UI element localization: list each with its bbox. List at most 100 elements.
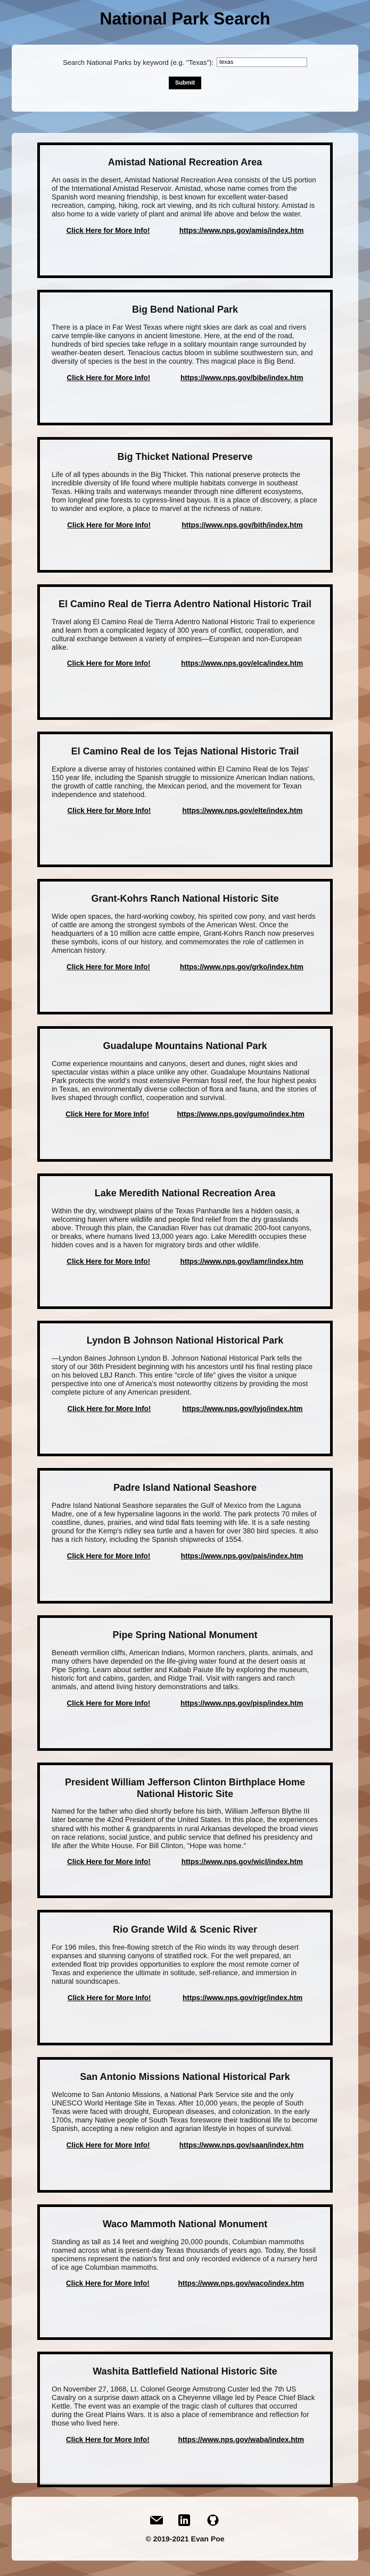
park-description: Beneath vermilion cliffs, American India…	[52, 1648, 313, 1691]
park-card: El Camino Real de Tierra Adentro Nationa…	[37, 584, 333, 720]
park-description: On November 27, 1868, Lt. Colonel George…	[52, 2385, 315, 2428]
page-header: National Park Search	[0, 0, 370, 37]
park-name: Grant-Kohrs Ranch National Historic Site	[91, 893, 279, 904]
park-description: An oasis in the desert, Amistad National…	[52, 175, 316, 219]
park-card: Grant-Kohrs Ranch National Historic Site…	[37, 879, 333, 1014]
park-url-link[interactable]: https://www.nps.gov/bibe/index.htm	[180, 374, 303, 382]
park-card: Big Bend National Park There is a place i…	[37, 290, 333, 425]
park-description: Within the dry, windswept plains of the …	[52, 1206, 312, 1249]
park-links: Click Here for More Info! https://www.nps…	[52, 2436, 318, 2444]
more-info-link[interactable]: Click Here for More Info!	[67, 1699, 150, 1707]
park-name: El Camino Real de los Tejas National His…	[71, 746, 299, 757]
park-name: Lake Meredith National Recreation Area	[94, 1188, 276, 1198]
park-url-link[interactable]: https://www.nps.gov/lamr/index.htm	[180, 1257, 303, 1265]
park-name: Big Thicket National Preserve	[117, 451, 253, 462]
more-info-link[interactable]: Click Here for More Info!	[67, 2141, 150, 2149]
park-url-link[interactable]: https://www.nps.gov/waco/index.htm	[178, 2279, 305, 2287]
park-name: Washita Battlefield National Historic Si…	[93, 2366, 277, 2377]
copyright-text: © 2019-2021 Evan Poe	[145, 2535, 225, 2543]
park-links: Click Here for More Info! https://www.nps…	[52, 963, 318, 971]
park-name: Big Bend National Park	[131, 304, 239, 315]
park-card: Pipe Spring National Monument Beneath ver…	[37, 1615, 333, 1751]
park-links: Click Here for More Info! https://www.nps…	[52, 2141, 318, 2149]
more-info-link[interactable]: Click Here for More Info!	[68, 807, 151, 815]
page: National Park Search Search National Par…	[0, 0, 370, 2561]
github-icon[interactable]	[207, 2514, 221, 2526]
park-card: Rio Grande Wild & Scenic River For 196 mi…	[37, 1910, 333, 2045]
submit-button[interactable]: Submit	[168, 77, 202, 89]
park-description: Named for the father who died shortly be…	[52, 1807, 318, 1850]
park-url-link[interactable]: https://www.nps.gov/bith/index.htm	[182, 521, 303, 529]
park-url-link[interactable]: https://www.nps.gov/amis/index.htm	[179, 226, 304, 234]
park-links: Click Here for More Info! https://www.nps…	[52, 1110, 318, 1118]
more-info-link[interactable]: Click Here for More Info!	[68, 1405, 151, 1413]
park-description: Padre Island National Seashore separates…	[52, 1501, 318, 1544]
park-links: Click Here for More Info! https://www.nps…	[52, 2279, 318, 2287]
park-url-link[interactable]: https://www.nps.gov/rigr/index.htm	[183, 1994, 302, 2002]
park-links: Click Here for More Info! https://www.nps…	[52, 1552, 318, 1560]
park-card: Amistad National Recreation Area An oasis…	[37, 142, 333, 278]
park-description: Welcome to San Antonio Missions, a Natio…	[52, 2090, 318, 2133]
more-info-link[interactable]: Click Here for More Info!	[68, 1994, 151, 2002]
park-name: Guadalupe Mountains National Park	[103, 1041, 267, 1051]
more-info-link[interactable]: Click Here for More Info!	[67, 1858, 151, 1866]
park-url-link[interactable]: https://www.nps.gov/lyjo/index.htm	[182, 1405, 302, 1413]
park-links: Click Here for More Info! https://www.nps…	[52, 521, 318, 529]
search-input[interactable]	[217, 57, 308, 67]
park-description: There is a place in Far West Texas where…	[52, 323, 313, 366]
park-url-link[interactable]: https://www.nps.gov/saan/index.htm	[179, 2141, 304, 2149]
more-info-link[interactable]: Click Here for More Info!	[66, 2436, 150, 2444]
more-info-link[interactable]: Click Here for More Info!	[66, 2279, 150, 2287]
park-card: Lyndon B Johnson National Historical Par…	[37, 1321, 333, 1456]
more-info-link[interactable]: Click Here for More Info!	[67, 659, 151, 667]
park-url-link[interactable]: https://www.nps.gov/gumo/index.htm	[177, 1110, 305, 1118]
page-footer: © 2019-2021 Evan Poe	[12, 2497, 358, 2561]
park-links: Click Here for More Info! https://www.nps…	[52, 1858, 318, 1866]
park-links: Click Here for More Info! https://www.nps…	[52, 1699, 318, 1707]
park-links: Click Here for More Info! https://www.nps…	[52, 1405, 318, 1413]
search-form: Search National Parks by keyword (e.g. "…	[12, 45, 358, 112]
park-card: Waco Mammoth National Monument Standing a…	[37, 2204, 333, 2340]
more-info-link[interactable]: Click Here for More Info!	[67, 374, 150, 382]
park-name: San Antonio Missions National Historical…	[80, 2071, 290, 2082]
search-row: Search National Parks by keyword (e.g. "…	[63, 57, 308, 67]
park-card: Padre Island National Seashore Padre Isla…	[37, 1468, 333, 1604]
more-info-link[interactable]: Click Here for More Info!	[67, 521, 151, 529]
park-url-link[interactable]: https://www.nps.gov/elca/index.htm	[181, 659, 303, 667]
park-links: Click Here for More Info! https://www.nps…	[52, 226, 318, 234]
park-url-link[interactable]: https://www.nps.gov/grko/index.htm	[180, 963, 303, 971]
park-url-link[interactable]: https://www.nps.gov/waba/index.htm	[178, 2436, 305, 2444]
park-card: Lake Meredith National Recreation Area Wi…	[37, 1173, 333, 1309]
envelope-icon[interactable]	[150, 2514, 163, 2526]
park-name: Waco Mammoth National Monument	[102, 2219, 268, 2229]
park-description: Wide open spaces, the hard-working cowbo…	[52, 912, 316, 955]
park-card: Guadalupe Mountains National Park Come ex…	[37, 1026, 333, 1162]
more-info-link[interactable]: Click Here for More Info!	[67, 226, 150, 234]
park-name: Rio Grande Wild & Scenic River	[113, 1924, 257, 1935]
park-name: Padre Island National Seashore	[113, 1482, 257, 1493]
park-description: Explore a diverse array of histories con…	[52, 765, 315, 799]
park-description: Standing as tall as 14 feet and weighing…	[52, 2237, 317, 2272]
more-info-link[interactable]: Click Here for More Info!	[67, 963, 150, 971]
social-icons	[150, 2514, 221, 2526]
park-description: Travel along El Camino Real de Tierra Ad…	[52, 617, 315, 652]
park-name: El Camino Real de Tierra Adentro Nationa…	[58, 599, 312, 609]
park-name: Amistad National Recreation Area	[108, 157, 262, 167]
more-info-link[interactable]: Click Here for More Info!	[67, 1257, 150, 1265]
park-links: Click Here for More Info! https://www.nps…	[52, 807, 318, 815]
park-url-link[interactable]: https://www.nps.gov/pisp/index.htm	[180, 1699, 303, 1707]
results-container: Amistad National Recreation Area An oasis…	[12, 133, 358, 2487]
more-info-link[interactable]: Click Here for More Info!	[65, 1110, 149, 1118]
park-links: Click Here for More Info! https://www.nps…	[52, 1994, 318, 2002]
more-info-link[interactable]: Click Here for More Info!	[67, 1552, 151, 1560]
park-description: —Lyndon Baines Johnson Lyndon B. Johnson…	[52, 1354, 313, 1397]
park-url-link[interactable]: https://www.nps.gov/pais/index.htm	[181, 1552, 303, 1560]
park-description: For 196 miles, this free-flowing stretch…	[52, 1943, 299, 1986]
page-title: National Park Search	[100, 9, 270, 28]
linkedin-icon[interactable]	[178, 2514, 192, 2526]
park-url-link[interactable]: https://www.nps.gov/wicl/index.htm	[182, 1858, 303, 1866]
park-card: San Antonio Missions National Historical…	[37, 2057, 333, 2193]
park-url-link[interactable]: https://www.nps.gov/elte/index.htm	[182, 807, 302, 815]
park-name: President William Jefferson Clinton Birt…	[65, 1777, 305, 1799]
park-links: Click Here for More Info! https://www.nps…	[52, 659, 318, 667]
